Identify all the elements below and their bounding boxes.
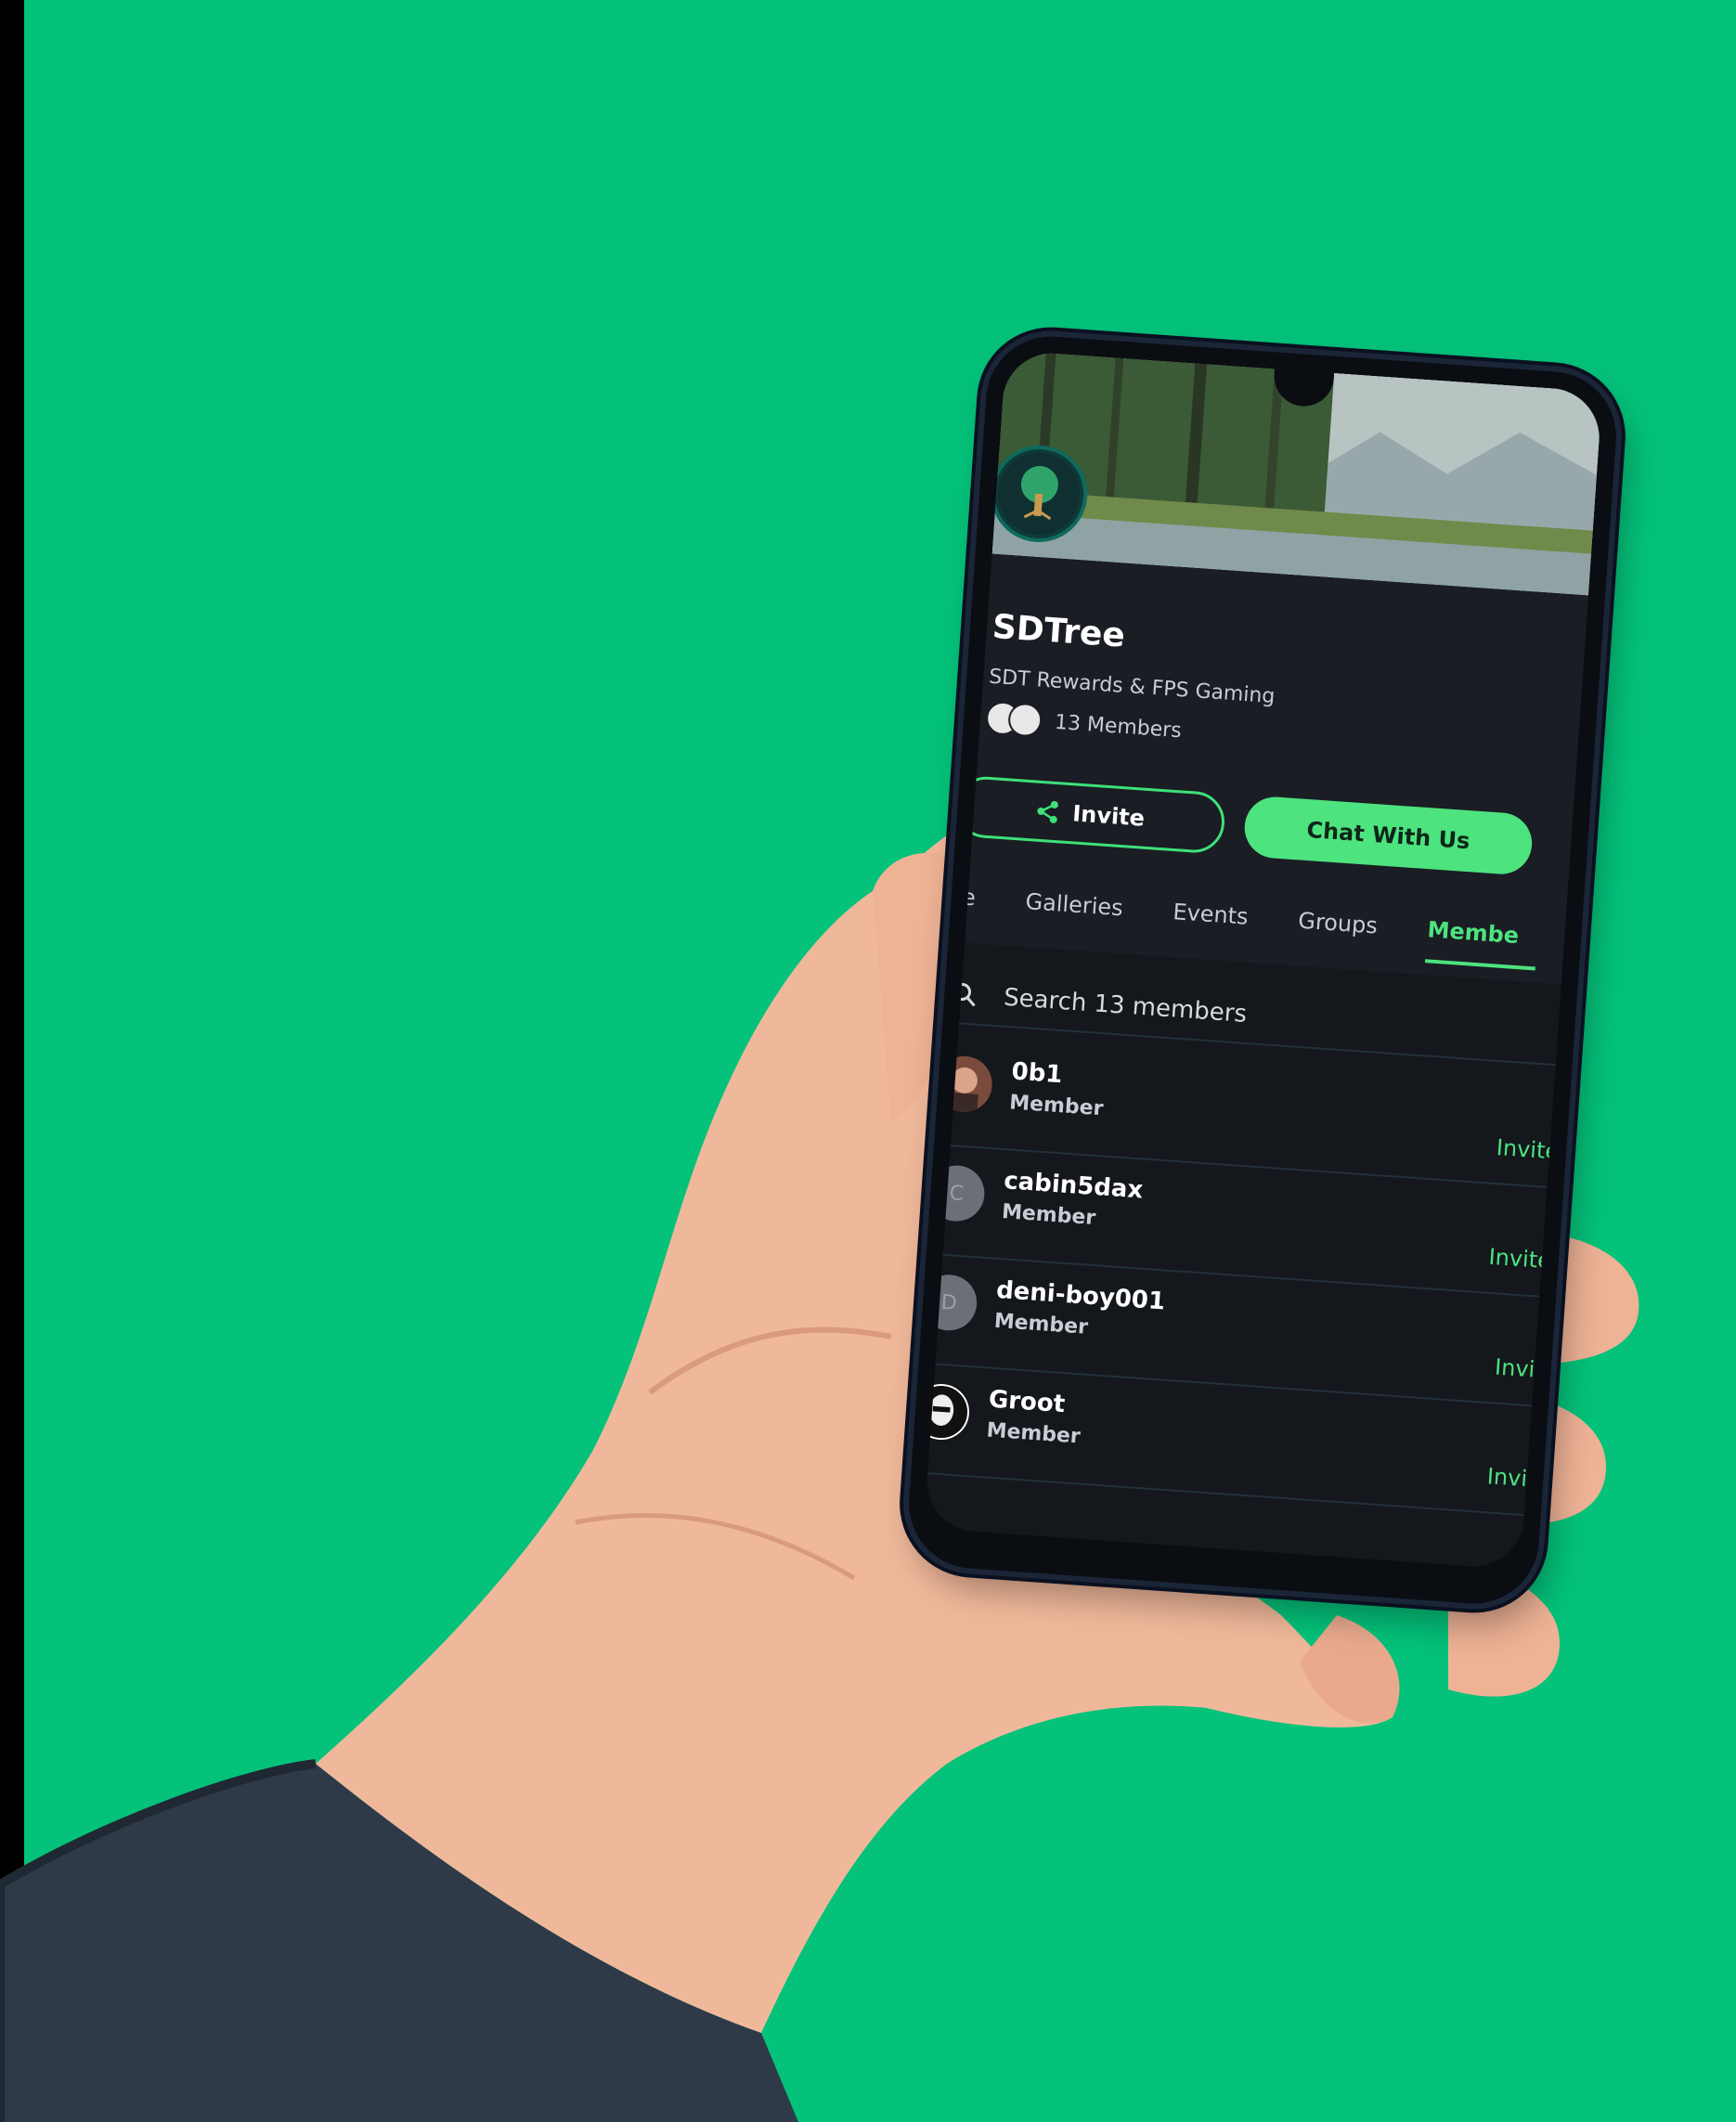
invite-button[interactable]: Invite <box>953 774 1227 855</box>
tab-members[interactable]: Membe <box>1426 916 1520 956</box>
tab-groups[interactable]: Groups <box>1297 908 1378 947</box>
group-tagline: SDT Rewards & FPS Gaming <box>988 665 1276 709</box>
members-summary[interactable]: 13 Members <box>985 700 1183 748</box>
member-role: Member <box>993 1309 1089 1339</box>
members-panel: Search 13 members 0b1 Member Invite C ca… <box>924 942 1561 1570</box>
member-name: deni-boy001 <box>995 1275 1167 1316</box>
member-name: cabin5dax <box>1003 1167 1145 1205</box>
member-name: Groot <box>987 1385 1067 1419</box>
member-name: 0b1 <box>1010 1057 1064 1090</box>
group-title: SDTree <box>991 607 1127 655</box>
member-avatar-mini <box>1006 702 1043 738</box>
invite-button-label: Invite <box>1071 800 1146 832</box>
smartphone: SDTree SDT Rewards & FPS Gaming 13 Membe… <box>904 331 1621 1609</box>
member-role: Member <box>1001 1200 1097 1231</box>
search-placeholder: Search 13 members <box>1003 983 1248 1029</box>
member-role: Member <box>1008 1091 1105 1121</box>
tab-events[interactable]: Events <box>1172 899 1250 938</box>
share-icon <box>1037 800 1059 823</box>
tab-galleries[interactable]: Galleries <box>1024 888 1124 928</box>
phone-screen: SDTree SDT Rewards & FPS Gaming 13 Membe… <box>924 350 1603 1570</box>
tree-logo-icon <box>998 452 1081 535</box>
chat-button-label: Chat With Us <box>1305 816 1471 855</box>
member-role: Member <box>985 1418 1082 1449</box>
chat-with-us-button[interactable]: Chat With Us <box>1242 795 1535 876</box>
members-count: 13 Members <box>1054 710 1183 743</box>
photo-scene: SDTree SDT Rewards & FPS Gaming 13 Membe… <box>0 0 1736 2122</box>
